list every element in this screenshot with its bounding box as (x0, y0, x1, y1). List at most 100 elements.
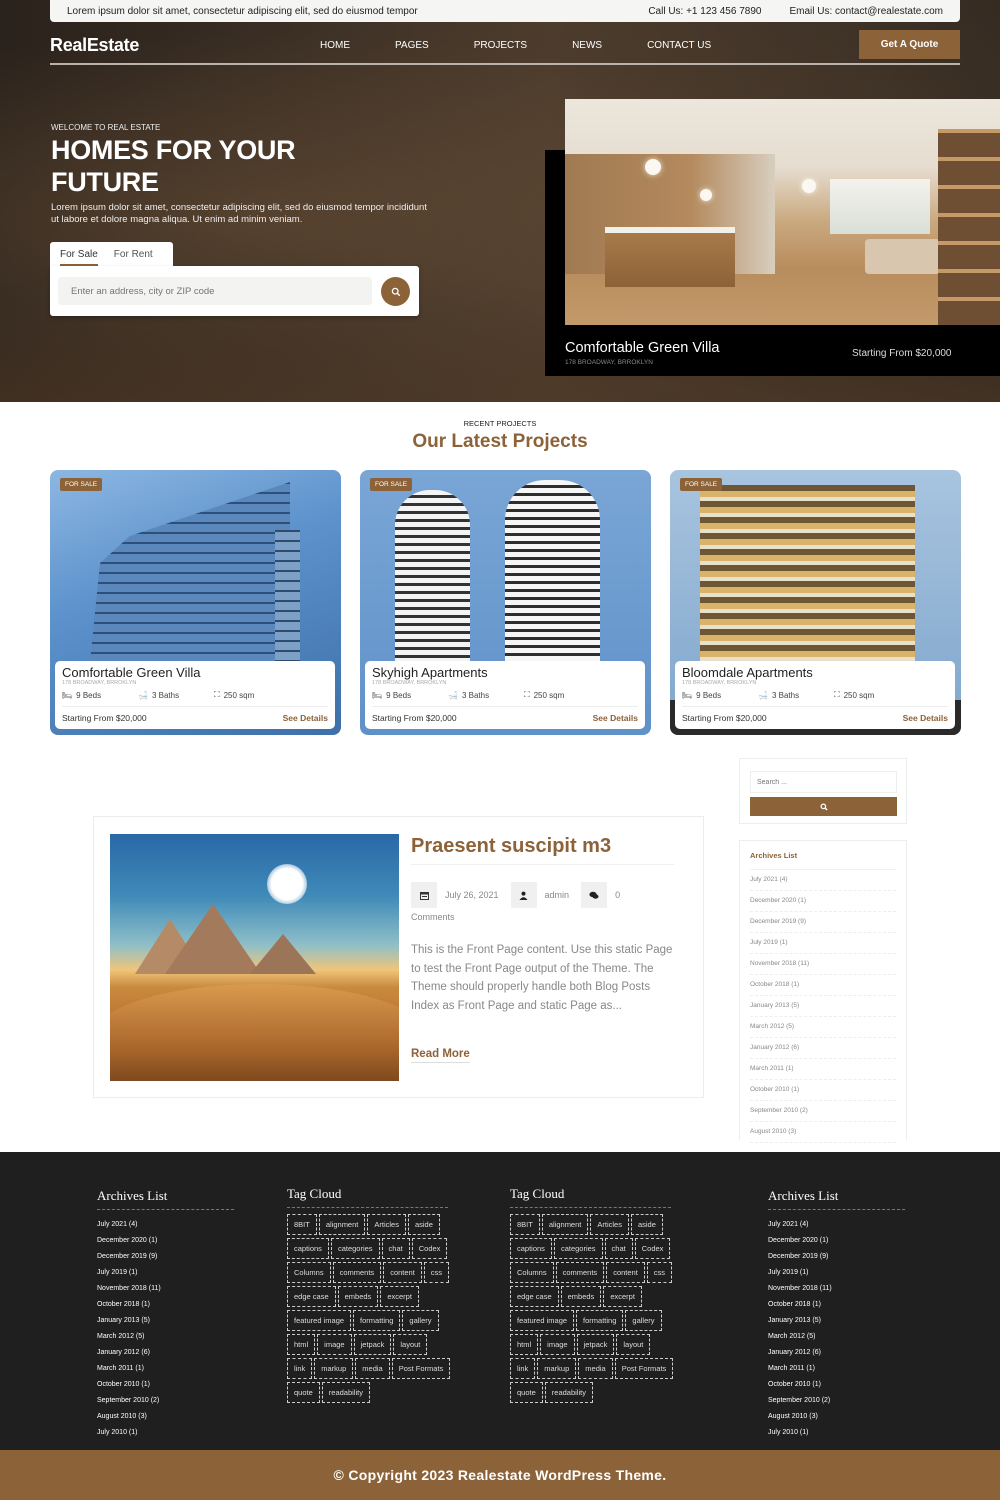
footer-archive-link[interactable]: December 2020 (1) (97, 1236, 234, 1246)
search-button[interactable] (381, 277, 410, 306)
featured-property[interactable]: Comfortable Green Villa 178 BROADWAY, BR… (545, 99, 1000, 376)
footer-archive-link[interactable]: August 2010 (3) (768, 1412, 905, 1422)
tag-link[interactable]: jetpack (576, 1334, 615, 1355)
footer-archive-link[interactable]: November 2018 (11) (768, 1284, 905, 1294)
nav-item-projects[interactable]: PROJECTS (474, 40, 527, 51)
archive-link[interactable]: March 2012 (5) (750, 1017, 896, 1038)
tag-link[interactable]: 8BIT (510, 1214, 540, 1235)
tag-link[interactable]: captions (510, 1238, 552, 1259)
tag-link[interactable]: quote (287, 1382, 320, 1403)
tag-link[interactable]: Articles (590, 1214, 629, 1235)
footer-archive-link[interactable]: January 2013 (5) (97, 1316, 234, 1326)
tag-link[interactable]: categories (553, 1238, 603, 1259)
footer-archive-link[interactable]: July 2019 (1) (97, 1268, 234, 1278)
tag-link[interactable]: Articles (367, 1214, 406, 1235)
archive-link[interactable]: December 2020 (1) (750, 891, 896, 912)
post-title[interactable]: Praesent suscipit m3 (411, 835, 674, 865)
post-thumbnail[interactable] (110, 834, 399, 1081)
tag-link[interactable]: chat (381, 1238, 410, 1259)
project-card[interactable]: FOR SALE Bloomdale Apartments 178 BROADW… (670, 470, 961, 735)
footer-archive-link[interactable]: November 2018 (11) (97, 1284, 234, 1294)
post-date[interactable]: July 26, 2021 (445, 890, 499, 900)
project-title[interactable]: Comfortable Green Villa (62, 665, 328, 680)
project-card[interactable]: FOR SALE Comfortable Green Villa 178 BRO… (50, 470, 341, 735)
topbar-email[interactable]: Email Us: contact@realestate.com (789, 6, 943, 17)
tag-link[interactable]: comments (332, 1262, 382, 1283)
tag-link[interactable]: excerpt (603, 1286, 642, 1307)
footer-archive-link[interactable]: July 2021 (4) (768, 1220, 905, 1230)
tag-link[interactable]: alignment (318, 1214, 366, 1235)
tag-link[interactable]: Codex (634, 1238, 671, 1259)
read-more-link[interactable]: Read More (411, 1048, 470, 1063)
footer-archive-link[interactable]: August 2010 (3) (97, 1412, 234, 1422)
footer-archive-link[interactable]: December 2019 (9) (97, 1252, 234, 1262)
see-details-link[interactable]: See Details (593, 713, 638, 723)
tag-link[interactable]: captions (287, 1238, 329, 1259)
sidebar-search-input[interactable] (750, 771, 897, 793)
topbar-phone[interactable]: Call Us: +1 123 456 7890 (648, 6, 761, 17)
tag-link[interactable]: image (317, 1334, 352, 1355)
tag-link[interactable]: link (510, 1358, 536, 1379)
archive-link[interactable]: August 2010 (3) (750, 1122, 896, 1143)
footer-archive-link[interactable]: December 2019 (9) (768, 1252, 905, 1262)
tag-link[interactable]: edge case (287, 1286, 336, 1307)
tag-link[interactable]: edge case (510, 1286, 559, 1307)
tag-link[interactable]: Columns (287, 1262, 331, 1283)
project-title[interactable]: Skyhigh Apartments (372, 665, 638, 680)
tag-link[interactable]: comments (555, 1262, 605, 1283)
tag-link[interactable]: featured image (510, 1310, 575, 1331)
footer-archive-link[interactable]: January 2012 (6) (97, 1348, 234, 1358)
tag-link[interactable]: alignment (541, 1214, 589, 1235)
tag-link[interactable]: quote (510, 1382, 543, 1403)
footer-archive-link[interactable]: October 2010 (1) (97, 1380, 234, 1390)
tag-link[interactable]: content (383, 1262, 422, 1283)
footer-archive-link[interactable]: October 2018 (1) (768, 1300, 905, 1310)
archive-link[interactable]: October 2018 (1) (750, 975, 896, 996)
archive-link[interactable]: October 2010 (1) (750, 1080, 896, 1101)
tag-link[interactable]: html (510, 1334, 539, 1355)
tag-link[interactable]: image (540, 1334, 575, 1355)
nav-item-contact[interactable]: CONTACT US (647, 40, 711, 51)
footer-archive-link[interactable]: January 2012 (6) (768, 1348, 905, 1358)
tag-link[interactable]: media (578, 1358, 613, 1379)
tag-link[interactable]: readability (321, 1382, 370, 1403)
tag-link[interactable]: readability (544, 1382, 593, 1403)
archive-link[interactable]: March 2011 (1) (750, 1059, 896, 1080)
footer-archive-link[interactable]: March 2012 (5) (97, 1332, 234, 1342)
tag-link[interactable]: Post Formats (391, 1358, 451, 1379)
archive-link[interactable]: January 2012 (6) (750, 1038, 896, 1059)
tag-link[interactable]: html (287, 1334, 316, 1355)
footer-archive-link[interactable]: September 2010 (2) (768, 1396, 905, 1406)
tag-link[interactable]: chat (604, 1238, 633, 1259)
archive-link[interactable]: December 2019 (9) (750, 912, 896, 933)
project-card[interactable]: FOR SALE Skyhigh Apartments 178 BROADWAY… (360, 470, 651, 735)
tag-link[interactable]: jetpack (353, 1334, 392, 1355)
footer-archive-link[interactable]: July 2019 (1) (768, 1268, 905, 1278)
nav-item-home[interactable]: HOME (320, 40, 350, 51)
footer-archive-link[interactable]: October 2018 (1) (97, 1300, 234, 1310)
footer-archive-link[interactable]: March 2011 (1) (768, 1364, 905, 1374)
tab-for-sale[interactable]: For Sale (60, 243, 98, 266)
tag-link[interactable]: formatting (576, 1310, 624, 1331)
tag-link[interactable]: aside (630, 1214, 663, 1235)
archive-link[interactable]: January 2013 (5) (750, 996, 896, 1017)
see-details-link[interactable]: See Details (283, 713, 328, 723)
tag-link[interactable]: gallery (625, 1310, 662, 1331)
footer-archive-link[interactable]: October 2010 (1) (768, 1380, 905, 1390)
nav-item-news[interactable]: NEWS (572, 40, 602, 51)
footer-archive-link[interactable]: March 2011 (1) (97, 1364, 234, 1374)
tag-link[interactable]: embeds (560, 1286, 602, 1307)
comment-count[interactable]: 0 (615, 890, 620, 900)
tab-for-rent[interactable]: For Rent (114, 243, 153, 266)
tag-link[interactable]: featured image (287, 1310, 352, 1331)
tag-link[interactable]: media (355, 1358, 390, 1379)
tag-link[interactable]: categories (330, 1238, 380, 1259)
archive-link[interactable]: September 2010 (2) (750, 1101, 896, 1122)
tag-link[interactable]: 8BIT (287, 1214, 317, 1235)
tag-link[interactable]: css (423, 1262, 450, 1283)
tag-link[interactable]: Codex (411, 1238, 448, 1259)
footer-archive-link[interactable]: July 2010 (1) (97, 1428, 234, 1438)
archive-link[interactable]: July 2019 (1) (750, 933, 896, 954)
tag-link[interactable]: excerpt (380, 1286, 419, 1307)
footer-archive-link[interactable]: September 2010 (2) (97, 1396, 234, 1406)
